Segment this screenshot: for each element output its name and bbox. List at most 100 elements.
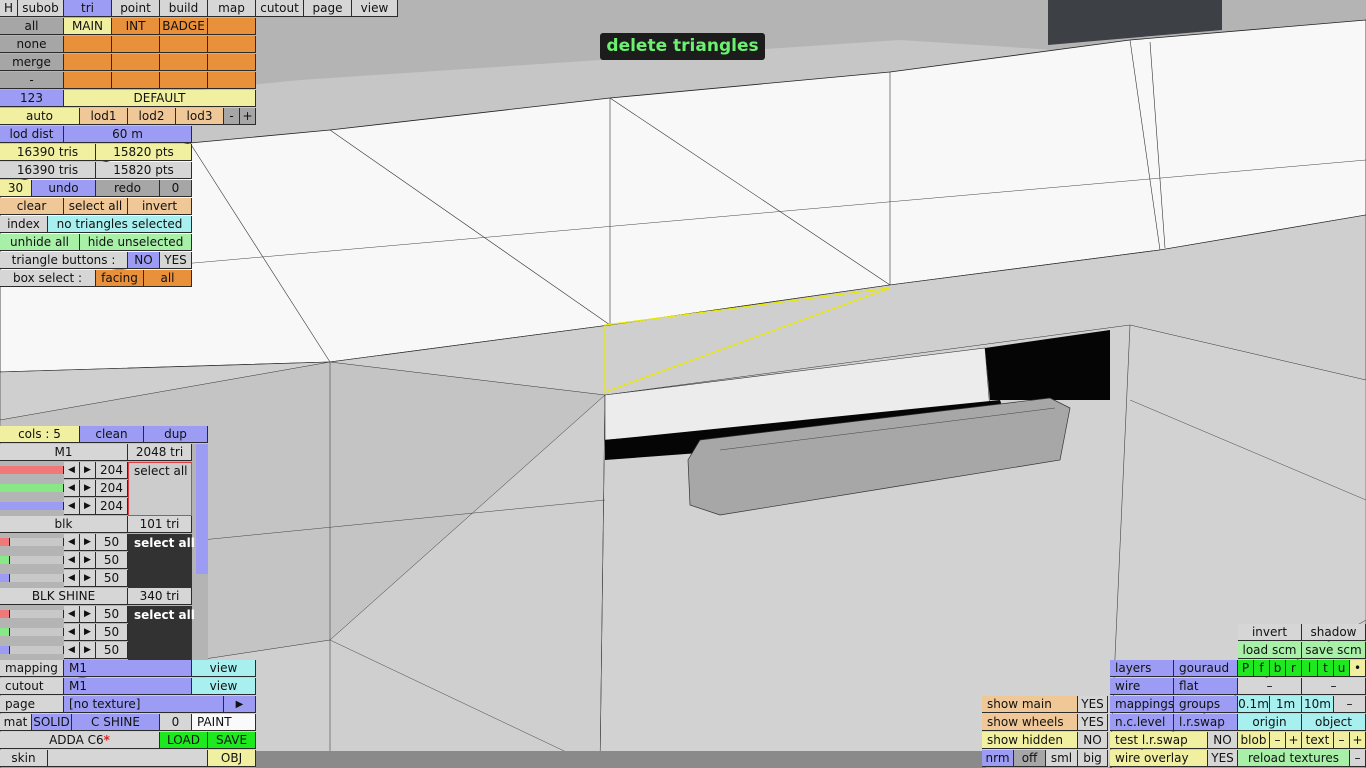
red-slider[interactable] bbox=[0, 610, 10, 618]
arrow-left-icon[interactable]: ◀ bbox=[64, 462, 80, 479]
clear-button[interactable]: clear bbox=[0, 198, 64, 215]
green-slider[interactable] bbox=[0, 484, 64, 492]
arrow-right-icon[interactable]: ▶ bbox=[80, 642, 96, 659]
flag-u[interactable]: u bbox=[1334, 660, 1350, 677]
material-select-all[interactable]: select all bbox=[130, 534, 199, 552]
test-lr-swap-value[interactable]: NO bbox=[1208, 732, 1238, 749]
invert-selection-button[interactable]: invert bbox=[128, 198, 192, 215]
blue-value[interactable]: 50 bbox=[96, 570, 128, 587]
red-value[interactable]: 50 bbox=[96, 534, 128, 551]
blob-plus-button[interactable]: + bbox=[1286, 732, 1302, 749]
paint-button[interactable]: PAINT bbox=[192, 714, 256, 731]
tag-slot[interactable] bbox=[160, 54, 208, 71]
invert-button[interactable]: invert bbox=[1238, 624, 1302, 641]
flag-p[interactable]: P bbox=[1238, 660, 1254, 677]
page-arrow-icon[interactable]: ▶ bbox=[224, 696, 256, 713]
tag-int[interactable]: INT bbox=[112, 18, 160, 35]
lod3-button[interactable]: lod3 bbox=[176, 108, 224, 125]
tag-badge[interactable]: BADGE bbox=[160, 18, 208, 35]
clean-button[interactable]: clean bbox=[80, 426, 144, 443]
normals-big-button[interactable]: big bbox=[1078, 750, 1108, 767]
arrow-left-icon[interactable]: ◀ bbox=[64, 480, 80, 497]
dash-field[interactable]: – bbox=[1302, 678, 1366, 695]
menu-page[interactable]: page bbox=[304, 0, 352, 17]
red-value[interactable]: 204 bbox=[96, 462, 128, 479]
select-none-button[interactable]: none bbox=[0, 36, 64, 53]
box-select-facing[interactable]: facing bbox=[96, 270, 144, 287]
blue-slider[interactable] bbox=[0, 574, 10, 582]
step-10m-button[interactable]: 10m bbox=[1302, 696, 1334, 713]
object-button[interactable]: object bbox=[1302, 714, 1366, 731]
menu-cutout[interactable]: cutout bbox=[256, 0, 304, 17]
cutout-value[interactable]: M1 bbox=[64, 678, 192, 695]
flat-button[interactable]: flat bbox=[1174, 678, 1238, 695]
tag-slot[interactable] bbox=[208, 36, 256, 53]
step-0-1m-button[interactable]: 0.1m bbox=[1238, 696, 1270, 713]
gouraud-button[interactable]: gouraud bbox=[1174, 660, 1238, 677]
arrow-right-icon[interactable]: ▶ bbox=[80, 462, 96, 479]
mat-zero-value[interactable]: 0 bbox=[160, 714, 192, 731]
flag-f[interactable]: f bbox=[1254, 660, 1270, 677]
merge-button[interactable]: merge bbox=[0, 54, 64, 71]
wire-overlay-value[interactable]: YES bbox=[1208, 750, 1238, 767]
lod2-button[interactable]: lod2 bbox=[128, 108, 176, 125]
dash-field[interactable]: – bbox=[1238, 678, 1302, 695]
tag-slot[interactable] bbox=[112, 54, 160, 71]
menu-h[interactable]: H bbox=[0, 0, 18, 17]
wire-button[interactable]: wire bbox=[1110, 678, 1174, 695]
redo-button[interactable]: redo bbox=[96, 180, 160, 197]
layers-button[interactable]: layers bbox=[1110, 660, 1174, 677]
show-wheels-button[interactable]: show wheels bbox=[982, 714, 1078, 731]
arrow-right-icon[interactable]: ▶ bbox=[80, 552, 96, 569]
material-name[interactable]: BLK SHINE bbox=[0, 588, 128, 605]
test-lr-swap-button[interactable]: test l.r.swap bbox=[1110, 732, 1208, 749]
blue-slider[interactable] bbox=[0, 646, 10, 654]
show-main-button[interactable]: show main bbox=[982, 696, 1078, 713]
normals-small-button[interactable]: sml bbox=[1046, 750, 1078, 767]
tag-slot[interactable] bbox=[112, 36, 160, 53]
box-select-all[interactable]: all bbox=[144, 270, 192, 287]
blob-minus-button[interactable]: – bbox=[1270, 732, 1286, 749]
blue-value[interactable]: 50 bbox=[96, 642, 128, 659]
normals-nrm-button[interactable]: nrm bbox=[982, 750, 1014, 767]
arrow-right-icon[interactable]: ▶ bbox=[80, 498, 96, 515]
flag-l[interactable]: l bbox=[1302, 660, 1318, 677]
arrow-left-icon[interactable]: ◀ bbox=[64, 534, 80, 551]
cutout-view-button[interactable]: view bbox=[192, 678, 256, 695]
flag-t[interactable]: t bbox=[1318, 660, 1334, 677]
shadow-button[interactable]: shadow bbox=[1302, 624, 1366, 641]
green-value[interactable]: 50 bbox=[96, 552, 128, 569]
tag-slot[interactable] bbox=[160, 36, 208, 53]
solid-button[interactable]: SOLID bbox=[32, 714, 72, 731]
green-value[interactable]: 204 bbox=[96, 480, 128, 497]
mapping-view-button[interactable]: view bbox=[192, 660, 256, 677]
text-plus-button[interactable]: + bbox=[1350, 732, 1366, 749]
obj-button[interactable]: OBJ bbox=[208, 750, 256, 767]
tag-main[interactable]: MAIN bbox=[64, 18, 112, 35]
reload-textures-button[interactable]: reload textures bbox=[1238, 750, 1350, 767]
lod1-button[interactable]: lod1 bbox=[80, 108, 128, 125]
mapping-value[interactable]: M1 bbox=[64, 660, 192, 677]
red-value[interactable]: 50 bbox=[96, 606, 128, 623]
dup-button[interactable]: dup bbox=[144, 426, 208, 443]
arrow-left-icon[interactable]: ◀ bbox=[64, 642, 80, 659]
reload-minus-button[interactable]: – bbox=[1350, 750, 1366, 767]
mappings-button[interactable]: mappings bbox=[1110, 696, 1174, 713]
c-shine-button[interactable]: C SHINE bbox=[72, 714, 160, 731]
arrow-left-icon[interactable]: ◀ bbox=[64, 552, 80, 569]
tag-slot[interactable] bbox=[208, 54, 256, 71]
save-scm-button[interactable]: save scm bbox=[1302, 642, 1366, 659]
step-minus-button[interactable]: – bbox=[1334, 696, 1366, 713]
arrow-right-icon[interactable]: ▶ bbox=[80, 534, 96, 551]
save-button[interactable]: SAVE bbox=[208, 732, 256, 749]
lr-swap-button[interactable]: l.r.swap bbox=[1174, 714, 1238, 731]
red-slider[interactable] bbox=[0, 538, 10, 546]
show-main-value[interactable]: YES bbox=[1078, 696, 1108, 713]
material-name[interactable]: blk bbox=[0, 516, 128, 533]
wire-overlay-button[interactable]: wire overlay bbox=[1110, 750, 1208, 767]
green-slider[interactable] bbox=[0, 556, 10, 564]
material-name[interactable]: M1 bbox=[0, 444, 128, 461]
green-value[interactable]: 50 bbox=[96, 624, 128, 641]
show-hidden-button[interactable]: show hidden bbox=[982, 732, 1078, 749]
arrow-right-icon[interactable]: ▶ bbox=[80, 570, 96, 587]
